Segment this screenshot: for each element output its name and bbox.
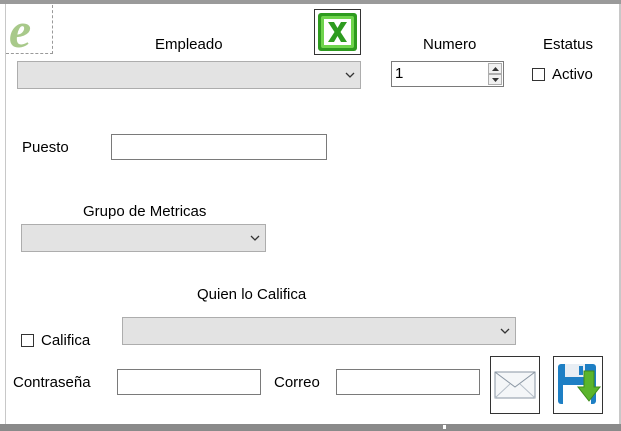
grupo-metricas-label: Grupo de Metricas [83,203,207,220]
stepper-up-button[interactable] [488,63,502,74]
stepper-down-button[interactable] [488,74,502,85]
puesto-label: Puesto [22,139,69,156]
quien-califica-dropdown[interactable] [122,317,516,345]
correo-input[interactable] [336,369,480,395]
arrow-down-icon [492,78,499,82]
numero-stepper[interactable]: 1 [391,61,504,87]
empleado-label: Empleado [155,36,223,53]
save-download-icon [558,364,602,404]
resize-handle [443,425,446,429]
contrasena-label: Contraseña [13,374,91,391]
chevron-down-icon [345,72,355,78]
send-email-button[interactable] [490,356,540,414]
quien-califica-label: Quien lo Califica [197,286,307,303]
excel-icon [318,13,357,51]
save-button[interactable] [553,356,603,414]
excel-export-button[interactable] [314,9,361,55]
left-border [5,4,6,424]
e-logo-icon: e [6,2,53,58]
chevron-down-icon [250,235,260,241]
numero-label: Numero [423,36,477,53]
numero-value: 1 [395,65,404,82]
window-top-border [0,0,621,4]
svg-text:e: e [9,5,31,53]
activo-checkbox[interactable] [532,68,545,81]
correo-label: Correo [274,374,320,391]
califica-label: Califica [41,332,91,349]
chevron-down-icon [500,328,510,334]
window-bottom-border [0,424,621,431]
empleado-dropdown[interactable] [17,61,361,89]
grupo-metricas-dropdown[interactable] [21,224,266,252]
califica-checkbox[interactable] [21,334,34,347]
puesto-input[interactable] [111,134,327,160]
activo-label: Activo [552,66,593,83]
estatus-label: Estatus [543,36,594,53]
arrow-up-icon [492,67,499,71]
envelope-icon [494,371,536,399]
contrasena-input[interactable] [117,369,261,395]
